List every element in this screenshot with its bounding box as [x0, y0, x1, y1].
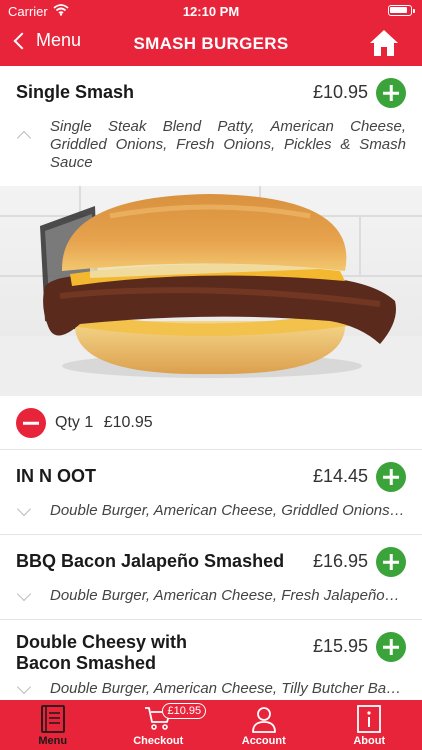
item-name: Single Smash: [16, 82, 135, 102]
quantity-row: Qty 1 £10.95: [0, 396, 422, 450]
status-bar: Carrier 12:10 PM: [0, 0, 422, 22]
menu-item-single-smash: Single Smash £10.95 Single Steak Blend P…: [0, 66, 422, 450]
tab-bar: Menu £10.95 Checkout Account About: [0, 700, 422, 750]
quantity-label: Qty 1: [55, 414, 94, 431]
item-description: Double Burger, American Cheese, Tilly Bu…: [50, 680, 406, 697]
expand-chevron-icon[interactable]: [16, 501, 32, 520]
tab-about[interactable]: About: [317, 700, 422, 750]
collapse-chevron-icon[interactable]: [16, 128, 32, 146]
user-icon: [251, 707, 276, 733]
home-icon[interactable]: [368, 28, 400, 58]
menu-item-double-cheesy-bacon: Double Cheesy with Bacon Smashed £15.95 …: [0, 620, 422, 700]
back-label: Menu: [36, 30, 82, 50]
info-icon: [357, 705, 382, 733]
tab-label: Menu: [38, 735, 68, 747]
item-name: BBQ Bacon Jalapeño Smashed: [16, 551, 285, 571]
cart-total-badge: £10.95: [162, 703, 207, 719]
menu-item-bbq-bacon-jalapeno: BBQ Bacon Jalapeño Smashed £16.95 Double…: [0, 535, 422, 620]
item-name: Double Cheesy with Bacon Smashed: [16, 632, 187, 674]
chevron-left-icon: [13, 32, 31, 49]
back-button[interactable]: Menu: [10, 30, 81, 51]
item-price: £15.95: [312, 636, 368, 656]
tab-checkout[interactable]: £10.95 Checkout: [106, 700, 212, 750]
clock: 12:10 PM: [182, 4, 240, 19]
item-description: Double Burger, American Cheese, Griddled…: [50, 502, 406, 519]
add-to-basket-button[interactable]: [376, 547, 406, 577]
navigation-bar: Menu SMASH BURGERS: [0, 26, 422, 62]
item-description: Double Burger, American Cheese, Fresh Ja…: [50, 587, 406, 604]
item-name: IN N OOT: [16, 466, 96, 486]
quantity-price: £10.95: [103, 414, 153, 431]
add-to-basket-button[interactable]: [376, 632, 406, 662]
item-name-line-1: Double Cheesy with: [16, 632, 188, 652]
item-price: £16.95: [312, 551, 368, 571]
item-price: £10.95: [312, 82, 368, 102]
menu-book-icon: [40, 705, 65, 733]
item-description: Single Steak Blend Patty, American Chees…: [50, 118, 406, 171]
tab-label: Account: [241, 735, 286, 747]
tab-account[interactable]: Account: [211, 700, 317, 750]
quantity-summary: Qty 1 £10.95: [55, 414, 153, 432]
expand-chevron-icon[interactable]: [16, 679, 32, 698]
top-bar: Carrier 12:10 PM Menu SMASH BURGERS: [0, 0, 422, 66]
menu-item-in-n-oot: IN N OOT £14.45 Double Burger, American …: [0, 450, 422, 535]
item-name-line-2: Bacon Smashed: [16, 653, 157, 673]
item-price: £14.45: [312, 466, 368, 486]
tab-label: About: [353, 735, 386, 747]
add-to-basket-button[interactable]: [376, 462, 406, 492]
decrease-quantity-button[interactable]: [16, 408, 46, 438]
menu-list[interactable]: Single Smash £10.95 Single Steak Blend P…: [0, 66, 422, 700]
add-to-basket-button[interactable]: [376, 78, 406, 108]
expand-chevron-icon[interactable]: [16, 586, 32, 605]
burger-photo: [0, 186, 422, 396]
tab-label: Checkout: [133, 735, 184, 747]
battery-icon: [388, 5, 415, 16]
tab-menu[interactable]: Menu: [0, 700, 106, 750]
